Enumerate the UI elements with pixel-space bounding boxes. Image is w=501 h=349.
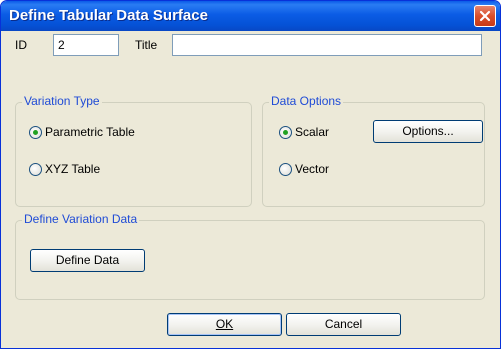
- dialog-window: Define Tabular Data Surface ID Title Var…: [0, 0, 501, 349]
- ok-button-label: OK: [215, 317, 234, 331]
- variation-type-group: Variation Type: [15, 94, 252, 207]
- scalar-radio[interactable]: Scalar: [279, 125, 329, 139]
- data-options-group: Data Options: [262, 94, 485, 207]
- options-button[interactable]: Options...: [373, 120, 483, 143]
- radio-unselected-icon: [29, 162, 42, 176]
- xyz-table-label: XYZ Table: [45, 162, 101, 176]
- parametric-table-radio[interactable]: Parametric Table: [29, 125, 135, 139]
- id-field[interactable]: [53, 34, 119, 56]
- window-title: Define Tabular Data Surface: [9, 7, 208, 24]
- id-label: ID: [15, 38, 27, 52]
- radio-unselected-icon: [279, 162, 292, 176]
- title-field[interactable]: [172, 34, 482, 56]
- variation-type-legend: Variation Type: [22, 94, 102, 108]
- radio-selected-icon: [279, 125, 292, 139]
- radio-selected-icon: [29, 125, 42, 139]
- ok-button[interactable]: OK: [167, 313, 282, 336]
- data-options-legend: Data Options: [269, 94, 344, 108]
- vector-radio[interactable]: Vector: [279, 162, 329, 176]
- close-icon: [479, 10, 491, 22]
- define-data-button[interactable]: Define Data: [30, 249, 145, 272]
- cancel-button[interactable]: Cancel: [286, 313, 401, 336]
- title-label: Title: [135, 38, 158, 52]
- title-bar[interactable]: Define Tabular Data Surface: [1, 1, 500, 31]
- parametric-table-label: Parametric Table: [45, 125, 135, 139]
- scalar-label: Scalar: [295, 125, 330, 139]
- close-button[interactable]: [474, 5, 496, 27]
- xyz-table-radio[interactable]: XYZ Table: [29, 162, 100, 176]
- define-variation-legend: Define Variation Data: [22, 212, 140, 226]
- vector-label: Vector: [295, 162, 330, 176]
